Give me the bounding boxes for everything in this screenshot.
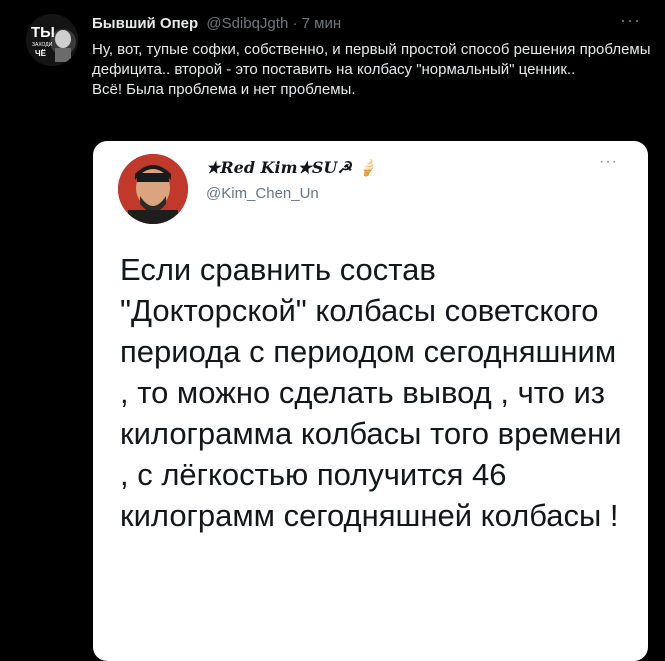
tweet-text-line: Всё! Была проблема и нет проблемы. (92, 81, 356, 98)
quoted-tweet-text: Если сравнить состав "Докторской" колбас… (120, 252, 622, 533)
quoted-more-icon: ··· (599, 153, 618, 170)
svg-text:ЧЁ: ЧЁ (35, 49, 47, 58)
more-options-icon[interactable]: ··· (620, 10, 641, 31)
quoted-author-avatar (118, 154, 188, 224)
tweet-text: Ну, вот, тупые софки, собственно, и перв… (92, 40, 652, 100)
tweet-header: Бывший Опер @SdibqJgth · 7 мин (92, 15, 635, 35)
tweet-text-line: Ну, вот, тупые софки, собственно, и перв… (92, 41, 651, 78)
author-avatar[interactable]: ТЫ ЗАХОДИ ЧЁ (26, 14, 78, 66)
svg-text:ТЫ: ТЫ (31, 24, 55, 41)
author-name[interactable]: Бывший Опер (92, 15, 198, 32)
timestamp[interactable]: 7 мин (302, 15, 342, 32)
quoted-tweet-image[interactable]: ★Red Kim★SU☭ 🍦 @Kim_Chen_Un ··· Если сра… (93, 141, 648, 661)
author-handle[interactable]: @SdibqJgth (206, 15, 288, 32)
separator-dot: · (292, 15, 298, 32)
svg-text:ЗАХОДИ: ЗАХОДИ (32, 42, 53, 48)
quoted-author-name: ★Red Kim★SU☭ 🍦 (206, 158, 378, 177)
quoted-author-handle: @Kim_Chen_Un (206, 185, 319, 202)
tweet[interactable]: ТЫ ЗАХОДИ ЧЁ Бывший Опер @SdibqJgth · 7 … (0, 0, 665, 661)
avatar-image: ТЫ ЗАХОДИ ЧЁ (26, 14, 78, 66)
quoted-avatar-image (118, 154, 188, 224)
